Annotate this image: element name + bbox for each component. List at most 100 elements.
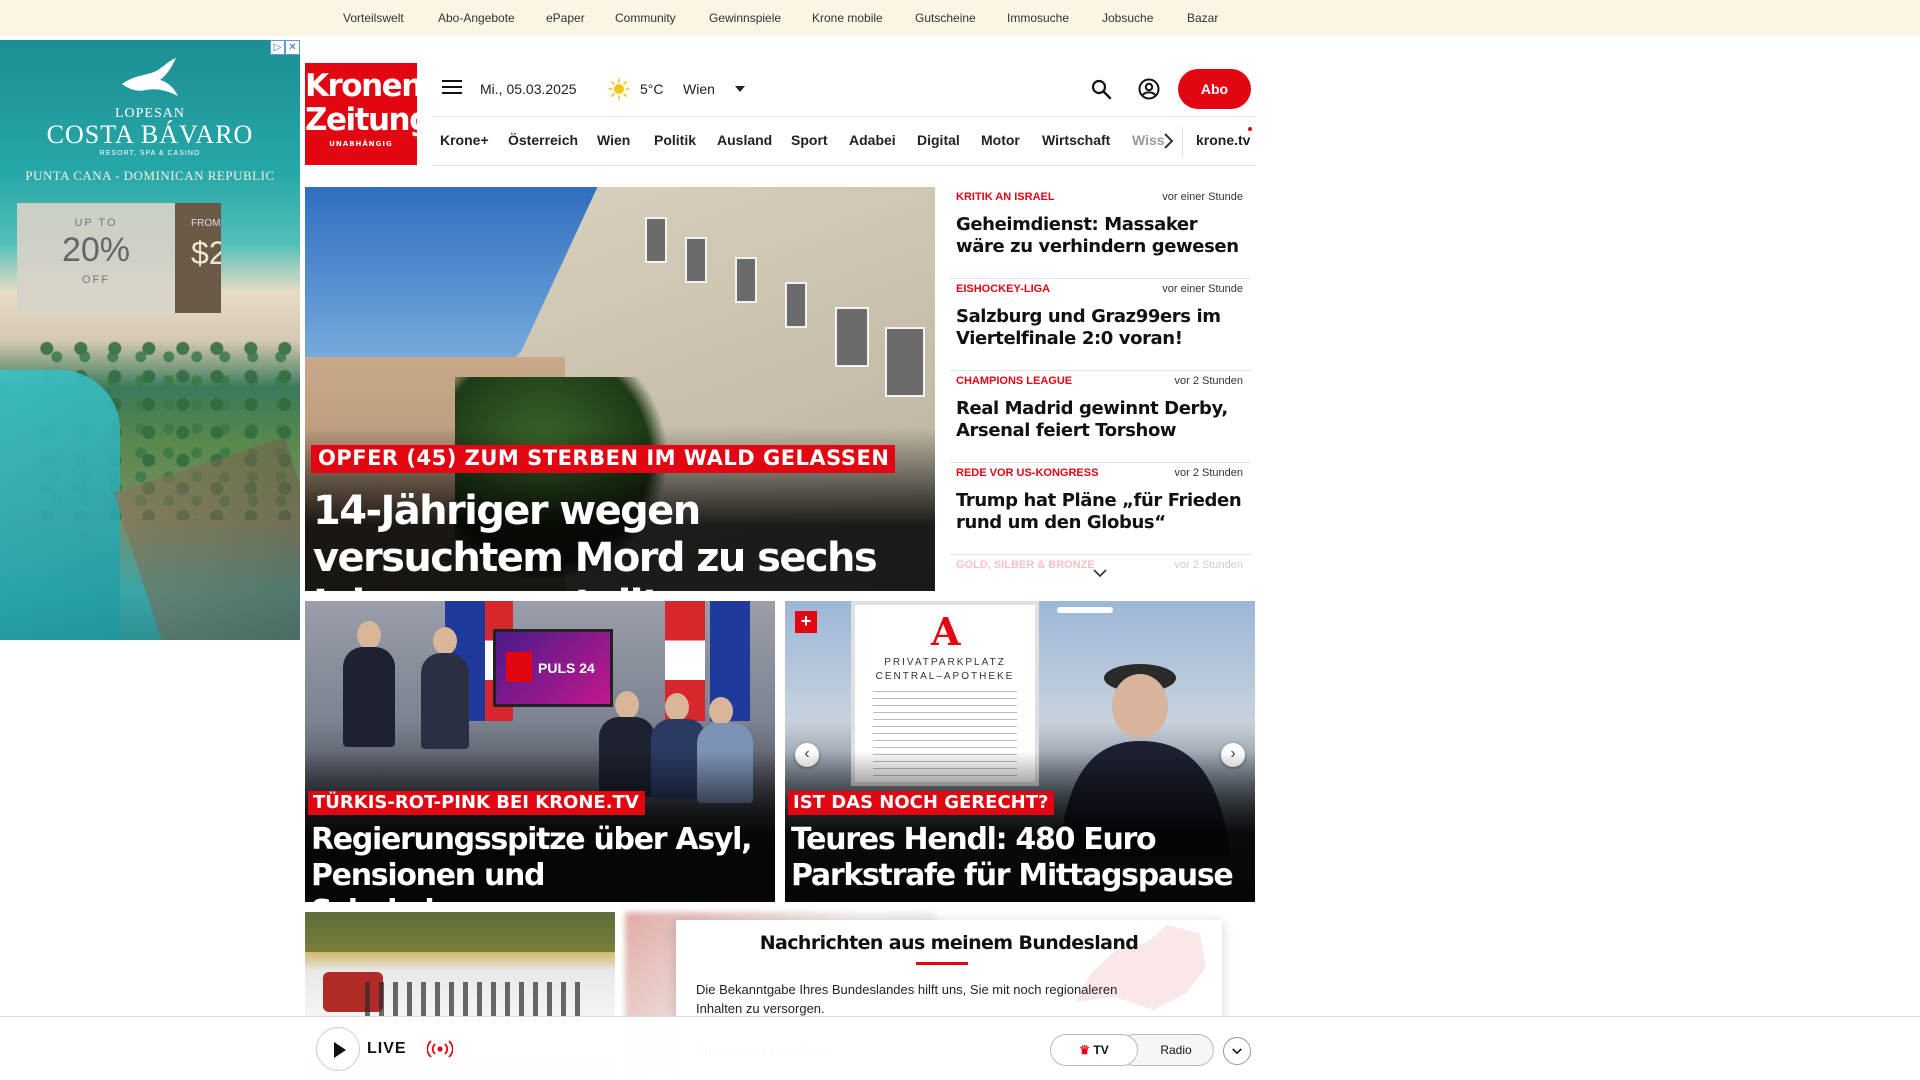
sign-line-1: PRIVATPARKPLATZ: [884, 657, 1006, 668]
nav-item-digital[interactable]: Digital: [917, 132, 960, 148]
nav-item-oesterreich[interactable]: Österreich: [508, 132, 578, 148]
user-account-icon[interactable]: [1138, 78, 1160, 100]
news-headline[interactable]: Real Madrid gewinnt Derby, Arsenal feier…: [956, 398, 1246, 442]
notification-dot: [1248, 127, 1252, 131]
hero-window: [885, 327, 925, 397]
ad-lagoon-image: [0, 370, 120, 640]
city-selector[interactable]: Wien: [683, 81, 715, 97]
topbar-link-community[interactable]: Community: [615, 11, 676, 25]
tv-label: TV: [1093, 1043, 1109, 1057]
topbar-link-gutscheine[interactable]: Gutscheine: [915, 11, 976, 25]
chevron-down-icon[interactable]: [1092, 568, 1108, 578]
ad-choices-icon[interactable]: ▷: [270, 40, 285, 55]
topbar-link-immosuche[interactable]: Immosuche: [1007, 11, 1069, 25]
nav-item-wien[interactable]: Wien: [597, 132, 630, 148]
broadcast-icon: [427, 1040, 453, 1058]
ad-offer-box: UP TO 20% OFF: [17, 203, 175, 313]
nav-item-wirtschaft[interactable]: Wirtschaft: [1042, 132, 1110, 148]
tv-studio-screen: PULS 24: [493, 629, 613, 707]
advertisement-banner[interactable]: ▷ ✕ LOPESAN COSTA BÁVARO RESORT, SPA & C…: [0, 40, 300, 640]
news-headline[interactable]: Geheimdienst: Massaker wäre zu verhinder…: [956, 214, 1246, 258]
nav-item-ausland[interactable]: Ausland: [717, 132, 772, 148]
news-category: GOLD, SILBER & BRONZE: [956, 559, 1095, 571]
card-headline[interactable]: Teures Hendl: 480 Euro Parkstrafe für Mi…: [791, 822, 1255, 894]
topbar-link-vorteilswelt[interactable]: Vorteilswelt: [343, 11, 404, 25]
sign-line-2: CENTRAL–APOTHEKE: [875, 671, 1015, 682]
news-category: REDE VOR US-KONGRESS: [956, 467, 1099, 479]
popup-heading: Nachrichten aus meinem Bundesland: [759, 932, 1139, 954]
screen-logo: [506, 652, 532, 682]
carousel-progress: [1057, 607, 1113, 613]
hero-kicker[interactable]: OPFER (45) ZUM STERBEN IM WALD GELASSEN: [311, 445, 896, 473]
logo-line-1: Kronen: [305, 68, 423, 104]
bird-logo-icon: [122, 58, 178, 96]
article-card[interactable]: PULS 24 TÜRKIS-ROT-PINK BEI KRONE.TV Reg…: [305, 601, 775, 902]
ad-offer-price: $2: [191, 235, 221, 271]
temperature: 5°C: [640, 81, 664, 97]
hamburger-menu-icon[interactable]: [442, 80, 462, 96]
tv-toggle-button[interactable]: ♛ TV: [1050, 1034, 1138, 1066]
popup-text: Die Bekanntgabe Ihres Bundeslandes hilft…: [696, 982, 1118, 1016]
news-category: EISHOCKEY-LIGA: [956, 283, 1051, 295]
topbar-link-epaper[interactable]: ePaper: [546, 11, 585, 25]
list-item[interactable]: CHAMPIONS LEAGUE vor 2 Stunden Real Madr…: [950, 371, 1251, 463]
ad-offer-percent: 20%: [61, 231, 131, 269]
topbar-link-krone-mobile[interactable]: Krone mobile: [812, 11, 883, 25]
list-item[interactable]: EISHOCKEY-LIGA vor einer Stunde Salzburg…: [950, 279, 1251, 371]
news-time: vor 2 Stunden: [1174, 467, 1244, 479]
chevron-down-icon: [1232, 1047, 1242, 1054]
hero-article[interactable]: OPFER (45) ZUM STERBEN IM WALD GELASSEN …: [305, 187, 935, 591]
hero-window: [645, 217, 667, 263]
list-item[interactable]: KRITIK AN ISRAEL vor einer Stunde Geheim…: [950, 187, 1251, 279]
hero-window: [835, 307, 869, 367]
nav-item-politik[interactable]: Politik: [654, 132, 696, 148]
news-time: vor einer Stunde: [1162, 283, 1243, 295]
nav-item-adabei[interactable]: Adabei: [849, 132, 896, 148]
article-card[interactable]: A PRIVATPARKPLATZ CENTRAL–APOTHEKE + ‹ ›…: [785, 601, 1255, 902]
nav-item-krone-tv[interactable]: krone.tv: [1196, 132, 1250, 148]
news-time: vor einer Stunde: [1162, 191, 1243, 203]
card-headline[interactable]: Regierungsspitze über Asyl, Pensionen un…: [311, 822, 775, 902]
top-utility-bar: Vorteilswelt Abo-Angebote ePaper Communi…: [0, 0, 1920, 36]
nav-item-wissen[interactable]: Wiss: [1132, 132, 1165, 148]
live-player-bar: LIVE ♛ TV Radio: [0, 1016, 1920, 1080]
kronen-zeitung-logo[interactable]: Kronen Zeitung UNABHÄNGIG: [305, 63, 431, 165]
news-headline[interactable]: Trump hat Pläne „für Frieden rund um den…: [956, 490, 1246, 534]
chevron-down-icon[interactable]: [735, 86, 745, 92]
nav-item-krone-plus[interactable]: Krone+: [440, 132, 489, 148]
expand-player-button[interactable]: [1223, 1037, 1251, 1065]
topbar-link-jobsuche[interactable]: Jobsuche: [1102, 11, 1153, 25]
person: [343, 647, 395, 747]
news-category: CHAMPIONS LEAGUE: [956, 375, 1073, 387]
nav-item-sport[interactable]: Sport: [791, 132, 828, 148]
news-time: vor 2 Stunden: [1174, 375, 1244, 387]
list-item[interactable]: REDE VOR US-KONGRESS vor 2 Stunden Trump…: [950, 463, 1251, 555]
topbar-link-abo-angebote[interactable]: Abo-Angebote: [438, 11, 515, 25]
person-head: [665, 693, 689, 721]
sun-icon: [608, 78, 630, 100]
thumbnail-hills: [305, 912, 615, 952]
search-icon[interactable]: [1090, 78, 1112, 100]
news-category: KRITIK AN ISRAEL: [956, 191, 1055, 203]
current-date: Mi., 05.03.2025: [480, 81, 577, 97]
nav-item-motor[interactable]: Motor: [981, 132, 1020, 148]
live-label: LIVE: [367, 1040, 407, 1057]
person-head: [357, 621, 381, 649]
topbar-link-bazar[interactable]: Bazar: [1187, 11, 1218, 25]
play-button[interactable]: [316, 1027, 360, 1071]
card-kicker[interactable]: IST DAS NOCH GERECHT?: [788, 791, 1055, 815]
card-kicker[interactable]: TÜRKIS-ROT-PINK BEI KRONE.TV: [308, 791, 645, 815]
ad-location: PUNTA CANA - DOMINICAN REPUBLIC: [25, 168, 275, 183]
abo-button[interactable]: Abo: [1178, 69, 1251, 109]
topbar-link-gewinnspiele[interactable]: Gewinnspiele: [709, 11, 781, 25]
chevron-right-icon[interactable]: [1162, 131, 1174, 151]
close-icon[interactable]: ✕: [285, 40, 300, 55]
ad-price-box: FROM $2: [175, 203, 221, 313]
ad-brand-name: COSTA BÁVARO: [46, 120, 254, 149]
play-icon: [334, 1042, 346, 1058]
krone-plus-badge: +: [795, 611, 817, 633]
hero-headline[interactable]: 14-Jähriger wegen versuchtem Mord zu sec…: [313, 488, 933, 591]
ad-offer-from: FROM: [191, 218, 221, 229]
hero-window: [735, 257, 757, 303]
news-headline[interactable]: Salzburg und Graz99ers im Viertelfinale …: [956, 306, 1246, 350]
